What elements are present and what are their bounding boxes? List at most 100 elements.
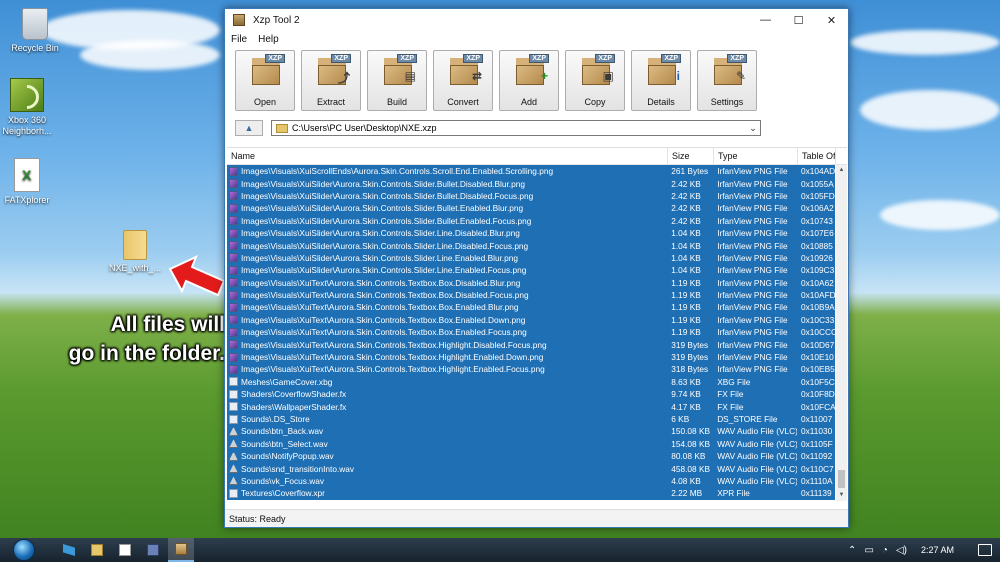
menu-help[interactable]: Help	[258, 34, 279, 45]
toolbar-details-button[interactable]: XZP i Details	[631, 50, 691, 111]
arrow-up-icon: ▲	[244, 123, 254, 133]
table-row[interactable]: Textures\Coverflow.xpr 2.22 MB XPR File 0x1…	[227, 487, 835, 500]
battery-icon[interactable]: ▭	[864, 545, 873, 556]
audio-file-icon	[229, 464, 238, 474]
column-header-name[interactable]: Name	[227, 148, 668, 164]
column-header-table-offset[interactable]: Table Offs	[798, 148, 836, 164]
file-type: IrfanView PNG File	[717, 327, 788, 338]
file-type: IrfanView PNG File	[717, 339, 788, 350]
file-name-cell: Images\Visuals\XuiText\Aurora.Skin.Contr…	[227, 278, 667, 288]
table-row[interactable]: Meshes\GameCover.xbg 8.63 KB XBG File 0x10F…	[227, 375, 835, 389]
menu-file[interactable]: File	[231, 34, 247, 45]
up-folder-button[interactable]: ▲	[235, 120, 263, 136]
toolbar-open-button[interactable]: XZP Open	[235, 50, 295, 111]
table-row[interactable]: Images\Visuals\XuiSlider\Aurora.Skin.Con…	[227, 264, 835, 277]
table-row[interactable]: Images\Visuals\XuiSlider\Aurora.Skin.Con…	[227, 177, 835, 190]
file-table-offset: 0x10CCC	[801, 327, 835, 338]
vertical-scrollbar[interactable]: ▲ ▼	[836, 165, 847, 501]
taskbar-file-explorer[interactable]	[84, 538, 110, 562]
file-table-offset: 0x11007	[801, 414, 833, 424]
file-type: WAV Audio File (VLC)	[717, 426, 798, 437]
file-type: XPR File	[717, 488, 750, 499]
table-row[interactable]: Sounds\btn_Select.wav 154.08 KB WAV Audio …	[227, 437, 835, 450]
clock[interactable]: 2:27 AM	[921, 545, 954, 555]
file-type: IrfanView PNG File	[717, 190, 788, 201]
toolbar-add-button[interactable]: XZP + Add	[499, 50, 559, 111]
table-row[interactable]: Images\Visuals\XuiText\Aurora.Skin.Contr…	[227, 326, 835, 339]
file-size: 2.42 KB	[671, 178, 701, 189]
file-size: 1.19 KB	[671, 327, 701, 338]
xzp-badge: XZP	[397, 54, 417, 63]
app-icon	[233, 14, 245, 26]
instruction-callout: All files will go in the folder.	[60, 310, 225, 368]
table-row[interactable]: Images\Visuals\XuiText\Aurora.Skin.Contr…	[227, 301, 835, 314]
status-bar: Status: Ready	[225, 509, 848, 527]
table-row[interactable]: Images\Visuals\XuiText\Aurora.Skin.Contr…	[227, 350, 835, 364]
table-row[interactable]: Sounds\NotifyPopup.wav 80.08 KB WAV Audio …	[227, 449, 835, 463]
table-row[interactable]: Images\Visuals\XuiSlider\Aurora.Skin.Con…	[227, 239, 835, 252]
table-row[interactable]: Sounds\snd_transitionInto.wav 458.08 KB WA…	[227, 462, 835, 475]
file-name-cell: Images\Visuals\XuiText\Aurora.Skin.Contr…	[227, 364, 667, 374]
file-type: WAV Audio File (VLC)	[717, 463, 798, 474]
table-row[interactable]: Images\Visuals\XuiSlider\Aurora.Skin.Con…	[227, 202, 835, 215]
maximize-button[interactable]: ☐	[782, 9, 815, 31]
chevron-up-icon[interactable]: ⌃	[848, 545, 856, 556]
table-row[interactable]: Sounds\.DS_Store 6 KB DS_STORE File 0x11007	[227, 412, 835, 426]
toolbar-extract-button[interactable]: XZP ⤴ Extract	[301, 50, 361, 111]
file-name-cell: Images\Visuals\XuiSlider\Aurora.Skin.Con…	[227, 216, 667, 226]
table-row[interactable]: Sounds\vk_Focus.wav 4.08 KB WAV Audio File…	[227, 474, 835, 488]
file-name: Images\Visuals\XuiSlider\Aurora.Skin.Con…	[241, 240, 529, 251]
table-row[interactable]: Images\Visuals\XuiText\Aurora.Skin.Contr…	[227, 338, 835, 351]
close-button[interactable]: ✕	[815, 9, 848, 31]
notification-icon[interactable]	[978, 544, 992, 556]
scroll-down-icon[interactable]: ▼	[836, 490, 847, 501]
table-row[interactable]: Images\Visuals\XuiText\Aurora.Skin.Contr…	[227, 363, 835, 376]
column-header-type[interactable]: Type	[714, 148, 798, 164]
file-list[interactable]: Name Size Type Table Offs Images\Visuals…	[227, 147, 847, 501]
desktop-icon-fatxplorer[interactable]: FATXplorer	[0, 158, 62, 205]
desktop-icon-recycle-bin[interactable]: Recycle Bin	[0, 8, 70, 53]
file-size: 261 Bytes	[671, 166, 709, 177]
desktop-icon-xbox-neighborhood[interactable]: Xbox 360 Neighborh...	[0, 78, 62, 137]
file-icon	[229, 488, 238, 498]
file-size: 319 Bytes	[671, 339, 709, 350]
toolbar-settings-button[interactable]: XZP ✎ Settings	[697, 50, 757, 111]
scrollbar-thumb[interactable]	[838, 470, 845, 488]
scroll-up-icon[interactable]: ▲	[836, 165, 847, 176]
wifi-icon[interactable]: ◔	[882, 545, 888, 556]
chevron-down-icon[interactable]: ⌄	[746, 123, 760, 134]
notepad-icon	[119, 544, 131, 556]
toolbar-build-button[interactable]: XZP ▤ Build	[367, 50, 427, 111]
table-row[interactable]: Images\Visuals\XuiText\Aurora.Skin.Contr…	[227, 276, 835, 289]
xzp-badge: XZP	[661, 54, 681, 63]
table-row[interactable]: Images\Visuals\XuiText\Aurora.Skin.Contr…	[227, 288, 835, 302]
column-header-size[interactable]: Size	[668, 148, 714, 164]
table-row[interactable]: Sounds\btn_Back.wav 150.08 KB WAV Audio Fi…	[227, 425, 835, 438]
table-row[interactable]: Images\Visuals\XuiScrollEnds\Aurora.Skin…	[227, 165, 835, 178]
table-row[interactable]: Images\Visuals\XuiSlider\Aurora.Skin.Con…	[227, 214, 835, 227]
desktop-icon-nxe-folder[interactable]: NXE_with_...	[100, 230, 170, 273]
taskbar-app-4[interactable]	[140, 538, 166, 562]
image-file-icon	[229, 352, 238, 362]
taskbar-xzp-tool[interactable]	[168, 538, 194, 562]
xzp-badge: XZP	[727, 54, 747, 63]
minimize-button[interactable]: —	[749, 9, 782, 31]
title-bar[interactable]: Xzp Tool 2 — ☐ ✕	[225, 9, 848, 31]
table-row[interactable]: Shaders\WallpaperShader.fx 4.17 KB FX File…	[227, 400, 835, 413]
toolbar-convert-button[interactable]: XZP ⇄ Convert	[433, 50, 493, 111]
taskbar-app-1[interactable]	[56, 538, 82, 562]
file-type: FX File	[717, 389, 744, 400]
file-table-offset: 0x10F5C	[801, 376, 835, 387]
volume-icon[interactable]: ◁)	[896, 545, 907, 556]
table-row[interactable]: Images\Visuals\XuiSlider\Aurora.Skin.Con…	[227, 226, 835, 240]
file-size: 1.04 KB	[671, 240, 701, 251]
taskbar-notepad[interactable]	[112, 538, 138, 562]
table-row[interactable]: Images\Visuals\XuiSlider\Aurora.Skin.Con…	[227, 251, 835, 265]
table-row[interactable]: Images\Visuals\XuiText\Aurora.Skin.Contr…	[227, 313, 835, 327]
path-value: C:\Users\PC User\Desktop\NXE.xzp	[292, 123, 437, 133]
path-combobox[interactable]: C:\Users\PC User\Desktop\NXE.xzp ⌄	[271, 120, 761, 136]
table-row[interactable]: Shaders\CoverflowShader.fx 9.74 KB FX File…	[227, 388, 835, 401]
table-row[interactable]: Images\Visuals\XuiSlider\Aurora.Skin.Con…	[227, 189, 835, 203]
toolbar-copy-button[interactable]: XZP ▣ Copy	[565, 50, 625, 111]
start-button[interactable]	[8, 538, 40, 562]
